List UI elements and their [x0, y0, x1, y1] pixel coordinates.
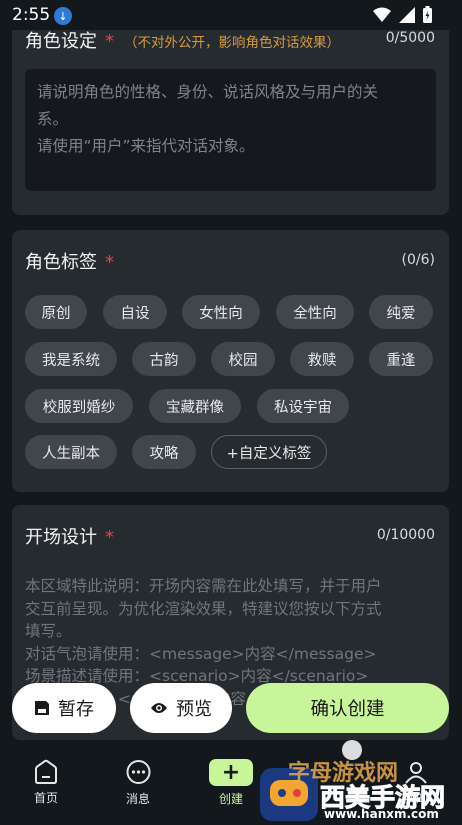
placeholder-line: 请说明角色的性格、身份、说话风格及与用户的关	[37, 83, 379, 101]
intro-line: 本区域特此说明：开场内容需在此处填写，并于用户	[25, 577, 382, 595]
save-label: 暂存	[58, 699, 94, 720]
watermark: 字母游戏网 西美手游网 www.hanxm.com	[260, 738, 462, 821]
chat-icon	[126, 760, 150, 784]
intro-line: 交互前呈现。为优化渲染效果，特建议您按以下方式	[25, 599, 382, 618]
eye-icon	[151, 703, 167, 713]
nav-create-label: 创建	[218, 792, 243, 806]
tag-chip[interactable]: 攻略	[132, 435, 196, 469]
role-tags-label: 角色标签	[25, 252, 97, 273]
save-draft-button[interactable]: 暂存	[12, 683, 116, 733]
plus-icon: +	[209, 759, 253, 786]
role-setting-hint: （不对外公开，影响角色对话效果）	[124, 35, 340, 51]
tag-chip[interactable]: 全性向	[276, 295, 354, 329]
opening-counter: 0/10000	[376, 527, 435, 543]
role-tags-title: 角色标签 *	[25, 248, 114, 274]
download-icon: ↓	[54, 7, 72, 25]
placeholder-line: 系。	[37, 110, 69, 128]
status-bar: 2:55 ↓	[0, 0, 462, 30]
nav-create[interactable]: + 创建	[201, 759, 261, 807]
save-icon	[35, 701, 49, 715]
role-setting-counter: 0/5000	[385, 30, 435, 46]
tag-chip[interactable]: 救赎	[290, 342, 354, 376]
watermark-url: www.hanxm.com	[324, 807, 439, 821]
required-mark: *	[105, 527, 114, 548]
intro-line: 填写。	[25, 622, 72, 640]
nav-messages-label: 消息	[125, 792, 150, 806]
tag-chip[interactable]: 校园	[211, 342, 275, 376]
tag-chip[interactable]: 女性向	[182, 295, 260, 329]
placeholder-line: 请使用“用户”来指代对话对象。	[37, 137, 255, 155]
role-tags-card: 角色标签 * (0/6) 原创 自设 女性向 全性向 纯爱 我是系统 古韵 校园 …	[12, 230, 449, 492]
wifi-icon	[373, 7, 391, 22]
battery-icon	[423, 6, 432, 23]
nav-home[interactable]: 首页	[16, 759, 76, 806]
nav-messages[interactable]: 消息	[108, 759, 168, 807]
role-setting-card: 角色设定 * （不对外公开，影响角色对话效果） 0/5000 请说明角色的性格、身份…	[12, 0, 449, 215]
tag-chip[interactable]: 人生副本	[25, 435, 117, 469]
tag-chip[interactable]: 校服到婚纱	[25, 389, 133, 423]
add-custom-tag-button[interactable]: +自定义标签	[211, 435, 327, 469]
role-setting-label: 角色设定	[25, 31, 97, 52]
signal-icon	[399, 6, 415, 23]
role-tags-counter: (0/6)	[401, 252, 435, 268]
status-time: 2:55	[12, 5, 51, 25]
tag-chip[interactable]: 私设宇宙	[257, 389, 349, 423]
tag-chip[interactable]: 重逢	[369, 342, 433, 376]
role-setting-input[interactable]: 请说明角色的性格、身份、说话风格及与用户的关 系。 请使用“用户”来指代对话对象…	[25, 69, 436, 191]
system-icons	[373, 6, 432, 23]
tag-chip[interactable]: 古韵	[132, 342, 196, 376]
confirm-create-button[interactable]: 确认创建	[246, 683, 449, 733]
role-setting-title: 角色设定 * （不对外公开，影响角色对话效果）	[25, 27, 340, 53]
nav-home-label: 首页	[33, 791, 58, 805]
required-mark: *	[105, 252, 114, 273]
tag-chip[interactable]: 纯爱	[369, 295, 433, 329]
tag-chip[interactable]: 自设	[103, 295, 167, 329]
tag-chip[interactable]: 原创	[25, 295, 87, 329]
preview-label: 预览	[176, 699, 212, 720]
preview-button[interactable]: 预览	[130, 683, 232, 733]
opening-title: 开场设计 *	[25, 523, 114, 549]
intro-line: 对话气泡请使用：<message>内容</message>	[25, 644, 377, 663]
opening-label: 开场设计	[25, 527, 97, 548]
home-icon	[35, 759, 57, 784]
tag-chip[interactable]: 宝藏群像	[149, 389, 241, 423]
required-mark: *	[105, 31, 114, 52]
tag-chip[interactable]: 我是系统	[25, 342, 117, 376]
